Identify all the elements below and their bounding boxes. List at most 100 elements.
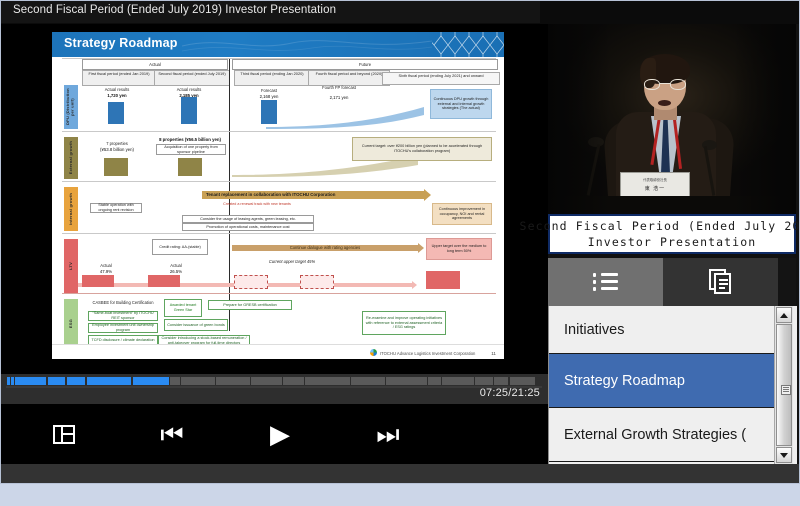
ltv-bar-3: [234, 275, 268, 289]
right-panel: 代表取締役社長 東 浩一 Second Fiscal Period (Ended…: [520, 24, 800, 464]
dpu-cell-4-top: Fourth FP forecast: [322, 85, 356, 90]
ltv-bar-4: [300, 275, 334, 289]
dpu-cell-3-top: Forecast: [261, 88, 277, 93]
chapter-segment-13[interactable]: [305, 377, 351, 385]
title-card-wrapper: Second Fiscal Period (Ended July 2019) I…: [520, 214, 800, 254]
ext-cell-1-value: (¥53.8 billion yen): [100, 147, 134, 152]
dpu-growth-arrow: [266, 107, 424, 129]
ext-bar-1: [104, 158, 128, 176]
chapter-segment-16[interactable]: [428, 377, 441, 385]
chapter-progress-track[interactable]: [6, 377, 542, 385]
row-divider-4: [62, 293, 496, 294]
chapter-segment-6[interactable]: [86, 377, 132, 385]
footer-company-name: ITOCHU Advance Logistics Investment Corp…: [380, 350, 476, 356]
int-cell-2: Consider the usage of leasing agents, gr…: [182, 215, 314, 223]
playlist-item-external-growth-strategies[interactable]: External Growth Strategies (: [549, 408, 779, 462]
video-vignette-right: [734, 24, 796, 214]
skip-back-icon: ⏮: [160, 419, 184, 449]
transport-controls: ⏮ ▶ ⏭: [0, 404, 548, 464]
esg-box-6: Consider issuance of green bonds: [164, 319, 228, 331]
glasses-lens-left: [644, 79, 660, 90]
chapter-segment-1[interactable]: [7, 377, 10, 385]
row-divider-3: [62, 233, 496, 234]
layout-icon: [53, 424, 75, 444]
nameplate-role: 代表取締役社長: [643, 178, 667, 182]
dpu-cell-3-value: 2,168 yen: [259, 94, 279, 99]
documents-icon: [708, 269, 733, 295]
ltv-cell-1-top: Actual: [100, 263, 112, 268]
window-titlebar: Second Fiscal Period (Ended July 2019) I…: [0, 0, 800, 24]
layout-toggle-button[interactable]: [36, 404, 92, 464]
playlist-item-strategy-roadmap[interactable]: Strategy Roadmap: [549, 354, 779, 408]
chapter-segment-19[interactable]: [494, 377, 509, 385]
period-col-2: Second fiscal period (ended July 2019): [154, 70, 230, 86]
next-button[interactable]: ⏭: [360, 404, 416, 464]
esg-box-2: “Same-boat investment” by ITOCHU REIT sp…: [88, 311, 158, 321]
chapter-segment-5[interactable]: [66, 377, 86, 385]
player-frame: Second Fiscal Period (Ended July 2019) I…: [0, 0, 800, 484]
title-card: Second Fiscal Period (Ended July 2019) I…: [520, 216, 800, 252]
dpu-callout: Continuous DPU growth through external a…: [430, 89, 492, 119]
speaker-mouth: [658, 100, 671, 106]
chapter-segment-7[interactable]: [132, 377, 169, 385]
ltv-track-arrow: [352, 281, 417, 289]
playlist-scrollbar[interactable]: [774, 306, 793, 464]
ltv-cell-2-value: 26.5%: [169, 269, 183, 274]
chapter-segment-9[interactable]: [181, 377, 216, 385]
internal-growth-callout: Continuous improvement in occupancy, NOI…: [432, 203, 492, 225]
esg-box-5: Awarded tenant Green Star: [164, 299, 202, 317]
ltv-arrow-label: Continue dialogue with rating agencies: [289, 245, 361, 250]
ltv-cell-2-top: Actual: [170, 263, 182, 268]
chapter-segment-3[interactable]: [14, 377, 47, 385]
play-icon: ▶: [270, 419, 290, 449]
tab-chapters[interactable]: [548, 258, 663, 306]
row-divider-1: [62, 131, 496, 132]
chapter-segment-18[interactable]: [475, 377, 494, 385]
esg-box-3: Employee investment unit ownership progr…: [88, 323, 158, 333]
chapter-segment-4[interactable]: [47, 377, 66, 385]
scrollbar-thumb[interactable]: [776, 324, 792, 446]
external-growth-callout: Current target: over ¥200 billion yen (p…: [352, 137, 492, 161]
chapter-segment-8[interactable]: [169, 377, 181, 385]
grip-icon: [781, 385, 791, 395]
scroll-down-button[interactable]: [776, 447, 792, 463]
chapter-playlist: Initiatives Strategy Roadmap External Gr…: [548, 306, 797, 464]
tenant-replacement-banner-text: Tenant replacement in collaboration with…: [206, 192, 336, 197]
chapter-segment-11[interactable]: [251, 377, 282, 385]
slide-title: Strategy Roadmap: [64, 36, 178, 50]
row-divider-top: [62, 58, 496, 59]
time-display: 07:25/21:25: [479, 387, 540, 399]
previous-button[interactable]: ⏮: [144, 404, 200, 464]
chapter-segment-12[interactable]: [282, 377, 305, 385]
phase-header-actual: Actual: [82, 59, 228, 70]
tab-documents[interactable]: [663, 258, 778, 306]
playlist-scroll-viewport[interactable]: Initiatives Strategy Roadmap External Gr…: [549, 306, 779, 464]
glasses-lens-right: [670, 79, 686, 90]
progress-bar-area[interactable]: 07:25/21:25: [0, 374, 548, 404]
ltv-cell-1-value: 47.9%: [99, 269, 113, 274]
slide-stage[interactable]: Strategy Roadmap Actual Future First fis…: [0, 24, 548, 374]
row-label-dpu: DPU (Distribution per unit): [64, 85, 78, 129]
progress-underline: [6, 386, 542, 388]
play-button[interactable]: ▶: [252, 404, 308, 464]
playlist-item-initiatives[interactable]: Initiatives: [549, 306, 779, 354]
speaker-nameplate: 代表取締役社長 東 浩一: [620, 172, 690, 198]
chapter-segment-10[interactable]: [216, 377, 251, 385]
chapter-segment-17[interactable]: [441, 377, 475, 385]
desktop-background: [0, 484, 800, 506]
scroll-up-button[interactable]: [776, 307, 792, 323]
ext-bar-2: [178, 158, 202, 176]
row-label-ltv: LTV: [64, 239, 78, 293]
presentation-slide: Strategy Roadmap Actual Future First fis…: [52, 32, 504, 359]
speaker-video[interactable]: 代表取締役社長 東 浩一: [548, 24, 796, 214]
company-logo-icon: [370, 349, 377, 356]
chapter-segment-15[interactable]: [386, 377, 428, 385]
chapter-segment-2[interactable]: [11, 377, 14, 385]
app-window: Second Fiscal Period (Ended July 2019) I…: [0, 0, 800, 506]
chapter-segment-14[interactable]: [351, 377, 386, 385]
esg-box-1: CASBEE for Building Certification: [92, 300, 154, 305]
panel-tabs: [548, 258, 796, 306]
chapter-segment-20[interactable]: [509, 377, 535, 385]
ltv-bar-1: [82, 275, 114, 287]
title-card-line1: Second Fiscal Period (Ended July 2019): [519, 219, 800, 233]
